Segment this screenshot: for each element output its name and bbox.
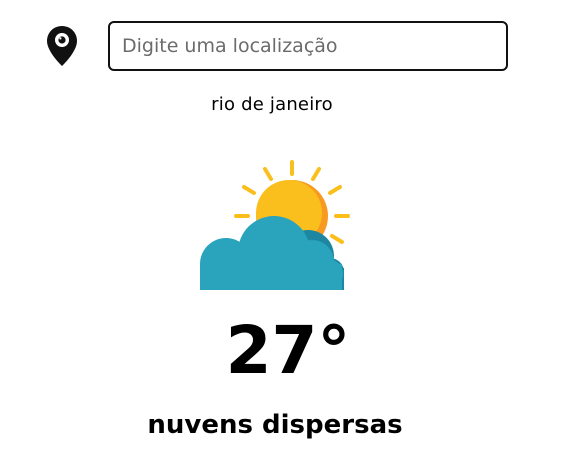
city-name: rio de janeiro [211,94,333,115]
weather-description: nuvens dispersas [147,410,403,440]
location-pin-icon [44,24,80,68]
temperature-value: 27° [225,312,351,389]
location-search-input[interactable] [108,21,508,71]
sun-behind-cloud-icon [196,158,352,292]
